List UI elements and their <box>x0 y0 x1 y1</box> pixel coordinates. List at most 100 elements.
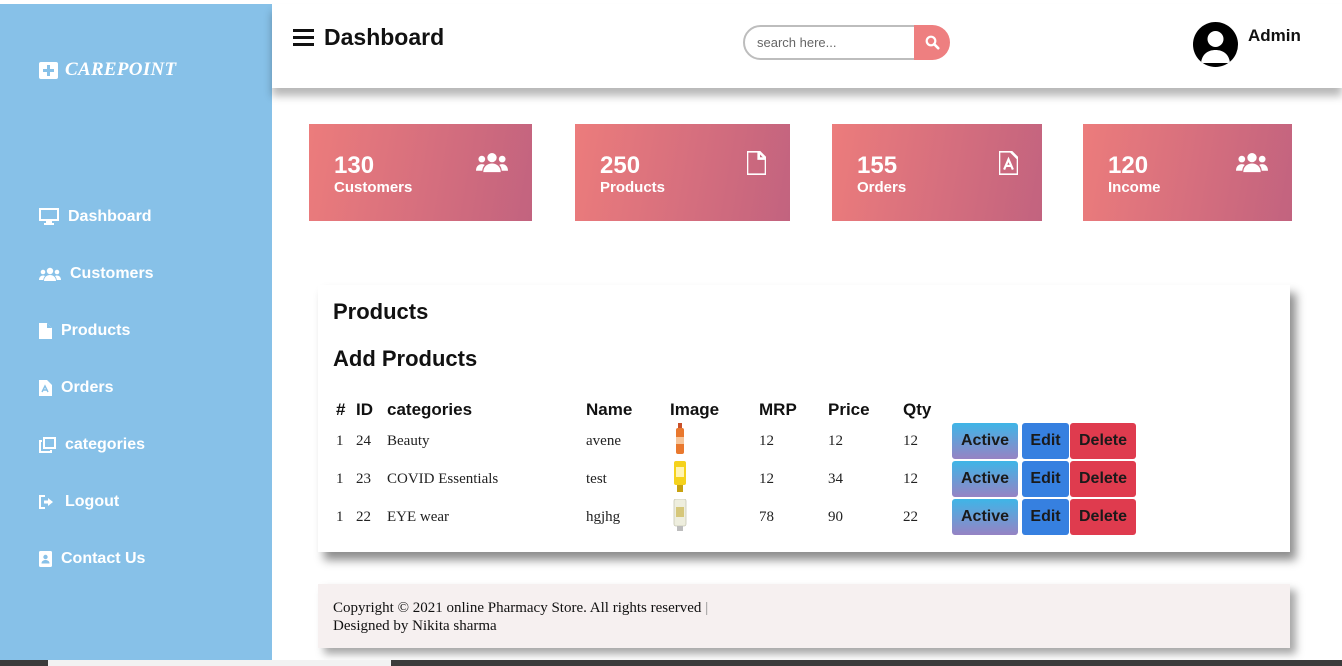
cell-actions: Active Edit Delete <box>948 422 1140 460</box>
cell-category: Beauty <box>387 432 430 449</box>
sidebar-item-label: Orders <box>61 378 114 396</box>
sidebar-item-label: Products <box>61 321 131 339</box>
sidebar-item-products[interactable]: Products <box>39 302 154 359</box>
clone-icon <box>39 436 56 453</box>
cell-actions: Active Edit Delete <box>948 460 1140 498</box>
cell-image <box>666 498 755 536</box>
sidebar-item-label: Dashboard <box>68 207 152 225</box>
edit-button[interactable]: Edit <box>1022 461 1069 497</box>
cell-id: 24 <box>356 432 371 449</box>
product-image <box>670 460 690 493</box>
cell-price: 12 <box>828 432 843 449</box>
sidebar-item-label: Contact Us <box>61 549 146 567</box>
user-name[interactable]: Admin <box>1248 26 1301 46</box>
footer-copyright-line: Copyright © 2021 online Pharmacy Store. … <box>333 600 708 617</box>
cell-qty: 22 <box>903 508 918 525</box>
sidebar-item-label: Logout <box>65 492 120 510</box>
cell-qty: 12 <box>903 432 918 449</box>
search-bar <box>743 25 950 60</box>
active-button[interactable]: Active <box>952 499 1018 535</box>
brand-name: CAREPOINT <box>65 59 177 80</box>
file-pdf-icon <box>997 149 1020 180</box>
cell-image <box>666 460 755 498</box>
cell-price: 34 <box>828 470 843 487</box>
sidebar-item-dashboard[interactable]: Dashboard <box>39 188 154 245</box>
file-icon <box>39 322 52 339</box>
file-icon <box>745 149 768 180</box>
product-image <box>670 498 690 531</box>
medical-cross-icon <box>39 61 58 79</box>
stat-card-orders[interactable]: 155 Orders <box>832 124 1042 221</box>
stat-value: 120 <box>1108 152 1149 179</box>
edit-button[interactable]: Edit <box>1022 499 1069 535</box>
column-header: ID <box>356 400 373 419</box>
search-button[interactable] <box>914 25 950 60</box>
column-header: Image <box>670 400 720 419</box>
taskbar-strip-light <box>48 660 391 666</box>
stat-label: Income <box>1108 179 1161 196</box>
menu-toggle-icon[interactable] <box>293 29 314 46</box>
active-button[interactable]: Active <box>952 461 1018 497</box>
delete-button[interactable]: Delete <box>1070 461 1136 497</box>
table-row: 1 23 COVID Essentials test 12 34 12 Acti… <box>332 460 1140 498</box>
stat-value: 130 <box>334 152 375 179</box>
column-header: # <box>336 400 346 419</box>
edit-button[interactable]: Edit <box>1022 423 1069 459</box>
sign-out-icon <box>39 494 53 509</box>
column-header: Price <box>828 400 870 419</box>
products-panel: Products Add Products # ID categories Na… <box>318 285 1290 552</box>
sidebar-item-categories[interactable]: categories <box>39 416 154 473</box>
stat-card-income[interactable]: 120 Income <box>1083 124 1292 221</box>
cell-actions: Active Edit Delete <box>948 498 1140 536</box>
address-book-icon <box>39 550 52 567</box>
footer-copyright: Copyright © 2021 online Pharmacy Store. … <box>333 600 702 616</box>
sidebar-nav: Dashboard Customers Products Orders cate… <box>39 188 154 587</box>
delete-button[interactable]: Delete <box>1070 499 1136 535</box>
stat-value: 155 <box>857 152 898 179</box>
stat-card-products[interactable]: 250 Products <box>575 124 790 221</box>
monitor-icon <box>39 208 59 225</box>
sidebar-item-orders[interactable]: Orders <box>39 359 154 416</box>
sidebar-item-label: Customers <box>70 264 154 282</box>
stat-label: Customers <box>334 179 413 196</box>
users-icon <box>39 267 61 281</box>
search-input[interactable] <box>743 25 933 60</box>
sidebar-item-contact-us[interactable]: Contact Us <box>39 530 154 587</box>
cell-num: 1 <box>336 508 344 525</box>
brand-logo[interactable]: CAREPOINT <box>39 59 176 81</box>
cell-num: 1 <box>336 432 344 449</box>
stat-card-customers[interactable]: 130 Customers <box>309 124 532 221</box>
stat-label: Products <box>600 179 666 196</box>
cell-category: EYE wear <box>387 508 450 525</box>
cell-name: avene <box>586 432 621 449</box>
cell-mrp: 78 <box>759 508 774 525</box>
user-icon <box>1201 31 1230 63</box>
column-header: MRP <box>759 400 797 419</box>
stat-label: Orders <box>857 179 907 196</box>
footer-separator: | <box>705 600 709 616</box>
sidebar-item-logout[interactable]: Logout <box>39 473 154 530</box>
sidebar-item-customers[interactable]: Customers <box>39 245 154 302</box>
add-products-link[interactable]: Add Products <box>333 346 477 372</box>
cell-id: 22 <box>356 508 371 525</box>
cell-name: test <box>586 470 607 487</box>
table-row: 1 22 EYE wear hgjhg 78 90 22 Active Edit D… <box>332 498 1140 536</box>
delete-button[interactable]: Delete <box>1070 423 1136 459</box>
panel-title: Products <box>333 299 429 324</box>
cell-category: COVID Essentials <box>387 470 499 487</box>
footer-designer: Designed by Nikita sharma <box>333 618 497 634</box>
stat-value: 250 <box>600 152 641 179</box>
search-icon <box>925 35 939 50</box>
top-header: Dashboard Admin <box>272 4 1342 88</box>
table-header-row: # ID categories Name Image MRP Price Qty <box>332 398 1140 422</box>
product-image <box>670 422 690 455</box>
users-icon <box>476 151 508 178</box>
page-title: Dashboard <box>324 24 445 50</box>
file-pdf-icon <box>39 379 52 396</box>
active-button[interactable]: Active <box>952 423 1018 459</box>
column-header-actions <box>948 398 1140 422</box>
products-table: # ID categories Name Image MRP Price Qty… <box>332 398 1140 536</box>
avatar[interactable] <box>1193 22 1238 67</box>
sidebar: CAREPOINT Dashboard Customers Products O… <box>0 4 272 662</box>
cell-price: 90 <box>828 508 843 525</box>
